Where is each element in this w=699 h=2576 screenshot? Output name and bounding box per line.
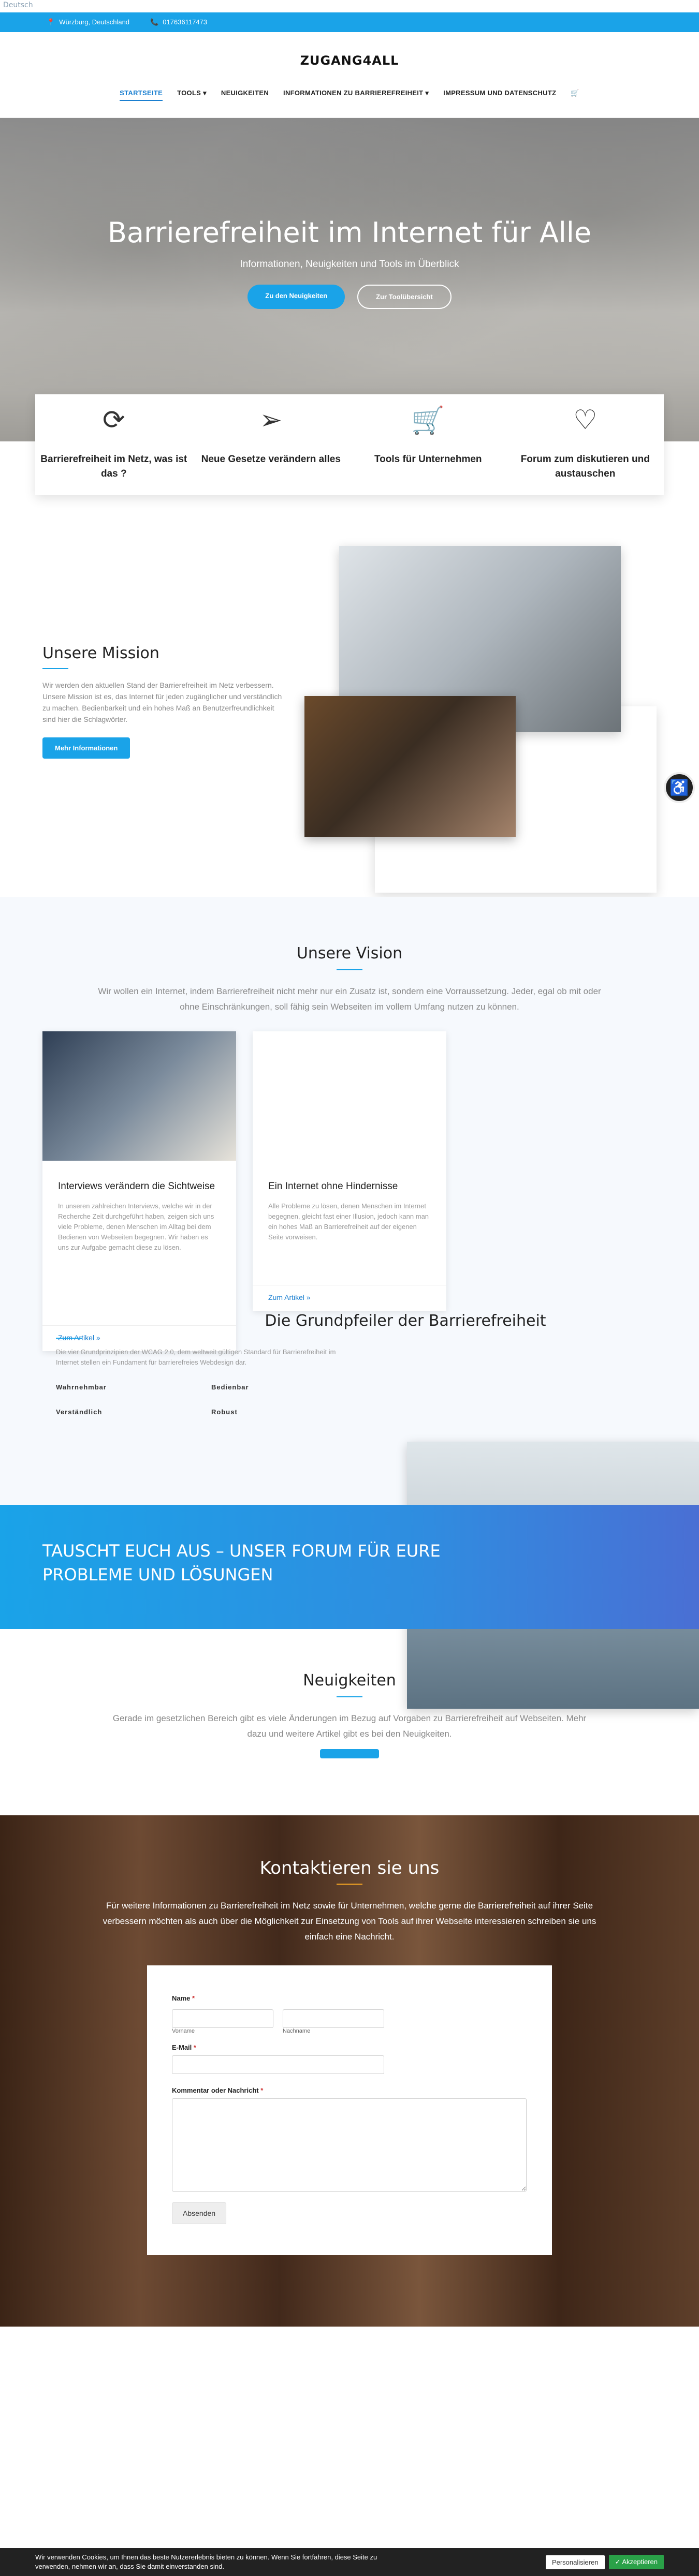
feature-row: ⟳ Barrierefreiheit im Netz, was ist das ?…: [35, 394, 664, 495]
divider: [42, 668, 68, 669]
pillar-keyword: Robust: [211, 1408, 238, 1416]
news-text: Gerade im gesetzlichen Bereich gibt es v…: [112, 1713, 587, 1739]
email-input[interactable]: [172, 2055, 384, 2074]
nav-impressum[interactable]: Impressum und Datenschutz: [443, 89, 556, 100]
news-button[interactable]: Zu den Neuigkeiten: [247, 285, 345, 309]
tools-button[interactable]: Zur Toolübersicht: [357, 285, 452, 309]
hero-title: Barrierefreiheit im Internet für Alle: [107, 216, 592, 249]
message-textarea[interactable]: [172, 2098, 527, 2192]
paper-plane-icon: ➢: [259, 405, 283, 435]
pillar-keyword: Verständlich: [56, 1408, 103, 1416]
personalize-button[interactable]: Personalisieren: [545, 2555, 605, 2569]
article-image: [253, 1031, 446, 1161]
divider: [337, 1884, 362, 1885]
map-pin-icon: 📍: [47, 18, 55, 26]
accept-button[interactable]: ✓ Akzeptieren: [608, 2555, 664, 2569]
phone-icon: 📞: [150, 18, 159, 26]
accessibility-icon[interactable]: ♿: [664, 772, 695, 803]
news-more-button[interactable]: [320, 1749, 379, 1758]
divider: [56, 1338, 82, 1339]
hero: Barrierefreiheit im Internet für Alle In…: [0, 118, 699, 441]
nav-informationen[interactable]: Informationen zu Barrierefreiheit ▾: [283, 89, 429, 100]
nav-neuigkeiten[interactable]: Neuigkeiten: [221, 89, 269, 100]
contact-section: Kontaktieren sie uns Für weitere Informa…: [0, 1815, 699, 2327]
news-section: Neuigkeiten Gerade im gesetzlichen Berei…: [0, 1629, 699, 1815]
submit-button[interactable]: Absenden: [172, 2202, 227, 2224]
divider: [337, 1696, 362, 1697]
hero-subtitle: Informationen, Neuigkeiten und Tools im …: [240, 259, 459, 270]
name-label: Name *: [172, 1994, 195, 2002]
mission-title: Unsere Mission: [42, 644, 159, 662]
pillar-keyword: Bedienbar: [211, 1383, 249, 1391]
article-image: [42, 1031, 236, 1161]
nav-tools[interactable]: Tools ▾: [177, 89, 207, 100]
message-label: Kommentar oder Nachricht *: [172, 2086, 264, 2094]
email-label: E-Mail *: [172, 2044, 196, 2051]
top-bar: 📍 Würzburg, Deutschland 📞 017636117473: [0, 12, 699, 32]
last-name-input[interactable]: [283, 2009, 384, 2028]
cart-icon: 🛒: [411, 406, 445, 436]
hero-background: [0, 118, 699, 441]
feature-item[interactable]: ♡ Forum zum diskutieren und austauschen: [507, 394, 664, 495]
first-name-input[interactable]: [172, 2009, 273, 2028]
more-info-button[interactable]: Mehr Informationen: [42, 737, 130, 759]
news-title: Neuigkeiten: [303, 1671, 396, 1690]
laptop-hands-image: [304, 696, 516, 837]
divider: [337, 969, 362, 970]
nav-startseite[interactable]: Startseite: [120, 89, 163, 101]
feature-item[interactable]: 🛒 Tools für Unternehmen: [350, 394, 507, 495]
language-selector[interactable]: Deutsch: [0, 0, 699, 12]
contact-title: Kontaktieren sie uns: [259, 1858, 440, 1878]
feature-item[interactable]: ⟳ Barrierefreiheit im Netz, was ist das ?: [35, 394, 193, 495]
sync-icon: ⟳: [102, 405, 125, 435]
forum-banner[interactable]: TAUSCHT EUCH AUS – UNSER FORUM FÜR EURE …: [0, 1505, 699, 1629]
feature-item[interactable]: ➢ Neue Gesetze verändern alles: [193, 394, 350, 495]
address: 📍 Würzburg, Deutschland: [47, 18, 130, 26]
pillars-title: Die Grundpfeiler der Barrierefreiheit: [265, 1312, 546, 1330]
cookie-banner: Wir verwenden Cookies, um Ihnen das best…: [0, 2548, 699, 2576]
heart-icon: ♡: [573, 405, 598, 435]
mission-text: Wir werden den aktuellen Stand der Barri…: [42, 681, 282, 723]
cookie-text: Wir verwenden Cookies, um Ihnen das best…: [35, 2553, 377, 2570]
vision-lead: Wir wollen ein Internet, indem Barrieref…: [98, 986, 601, 1012]
vision-section: Unsere Vision Wir wollen ein Internet, i…: [0, 897, 699, 1505]
contact-form: Name * Vorname Nachname E-Mail * Komment…: [147, 1965, 552, 2255]
cart-icon[interactable]: 🛒: [571, 89, 579, 100]
forum-title: TAUSCHT EUCH AUS – UNSER FORUM FÜR EURE …: [42, 1541, 441, 1585]
vision-title: Unsere Vision: [296, 944, 403, 963]
contact-lead: Für weitere Informationen zu Barrierefre…: [103, 1901, 596, 1942]
site-logo[interactable]: ZUGANG4ALL: [0, 32, 699, 89]
phone[interactable]: 📞 017636117473: [150, 18, 207, 26]
pillars-text: Die vier Grundprinzipien der WCAG 2.0, d…: [56, 1348, 336, 1366]
pillar-keyword: Wahrnehmbar: [56, 1383, 107, 1391]
main-nav: Startseite Tools ▾ Neuigkeiten Informati…: [0, 89, 699, 118]
mission-section: Unsere Mission Wir werden den aktuellen …: [0, 504, 699, 893]
